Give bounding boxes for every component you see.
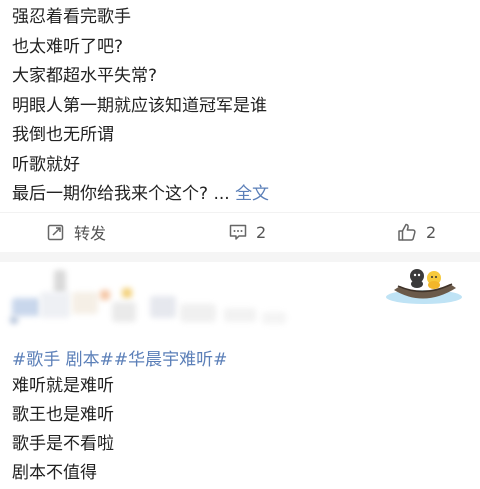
- blurred-block: [100, 290, 110, 300]
- blurred-block: [262, 312, 286, 324]
- post-1-line: 也太难听了吧?: [12, 36, 124, 57]
- post-1-line: 大家都超水平失常?: [12, 66, 158, 86]
- post-1-body: 强忍着看完歌手 也太难听了吧? 大家都超水平失常? 明眼人第一期就应该知道冠军是…: [12, 3, 269, 210]
- post-2-line: 歌手是不看啦: [12, 434, 114, 454]
- post-1-last-line: 最后一期你给我来个这个? ... 全文: [12, 180, 269, 210]
- blurred-block: [112, 302, 136, 322]
- blurred-block: [150, 296, 176, 318]
- post-2-line: 剧本不值得: [12, 463, 97, 483]
- comment-count: 2: [256, 222, 267, 242]
- repost-button[interactable]: 转发: [46, 219, 106, 245]
- hashtag-links[interactable]: #歌手 剧本##华晨宇难听#: [12, 345, 227, 370]
- blurred-block: [12, 298, 40, 316]
- blurred-block: [10, 316, 18, 324]
- avatar-boat-icon: [386, 269, 462, 304]
- post-1-line: 明眼人第一期就应该知道冠军是谁: [12, 95, 267, 116]
- blurred-block: [122, 288, 132, 298]
- like-count: 2: [426, 222, 437, 242]
- like-icon: [398, 223, 416, 241]
- post-2-line: 歌王也是难听: [12, 405, 114, 425]
- post-1-line: 最后一期你给我来个这个?: [12, 184, 209, 204]
- comment-icon: [229, 224, 247, 240]
- repost-label: 转发: [74, 224, 107, 243]
- post-1-line: 强忍着看完歌手: [12, 7, 131, 27]
- full-text-link[interactable]: 全文: [235, 184, 269, 204]
- comment-button[interactable]: 2: [228, 219, 266, 245]
- weibo-post-1: 强忍着看完歌手 也太难听了吧? 大家都超水平失常? 明眼人第一期就应该知道冠军是…: [0, 0, 480, 252]
- blurred-block: [40, 292, 70, 318]
- blurred-block: [72, 292, 98, 314]
- feed-divider: [0, 252, 480, 262]
- blurred-block: [224, 308, 256, 322]
- blurred-block: [180, 304, 216, 322]
- like-button[interactable]: 2: [396, 219, 436, 245]
- ellipsis: ...: [213, 184, 230, 204]
- blurred-block: [54, 270, 66, 294]
- post-1-line: 听歌就好: [12, 154, 80, 175]
- post-2-line: 难听就是难听: [12, 376, 114, 396]
- post-2-body: 难听就是难听 歌王也是难听 歌手是不看啦 剧本不值得: [12, 372, 114, 488]
- repost-icon: [47, 224, 64, 241]
- post-1-line: 我倒也无所谓: [12, 125, 114, 145]
- post-1-action-bar: 转发 2 2: [0, 212, 480, 251]
